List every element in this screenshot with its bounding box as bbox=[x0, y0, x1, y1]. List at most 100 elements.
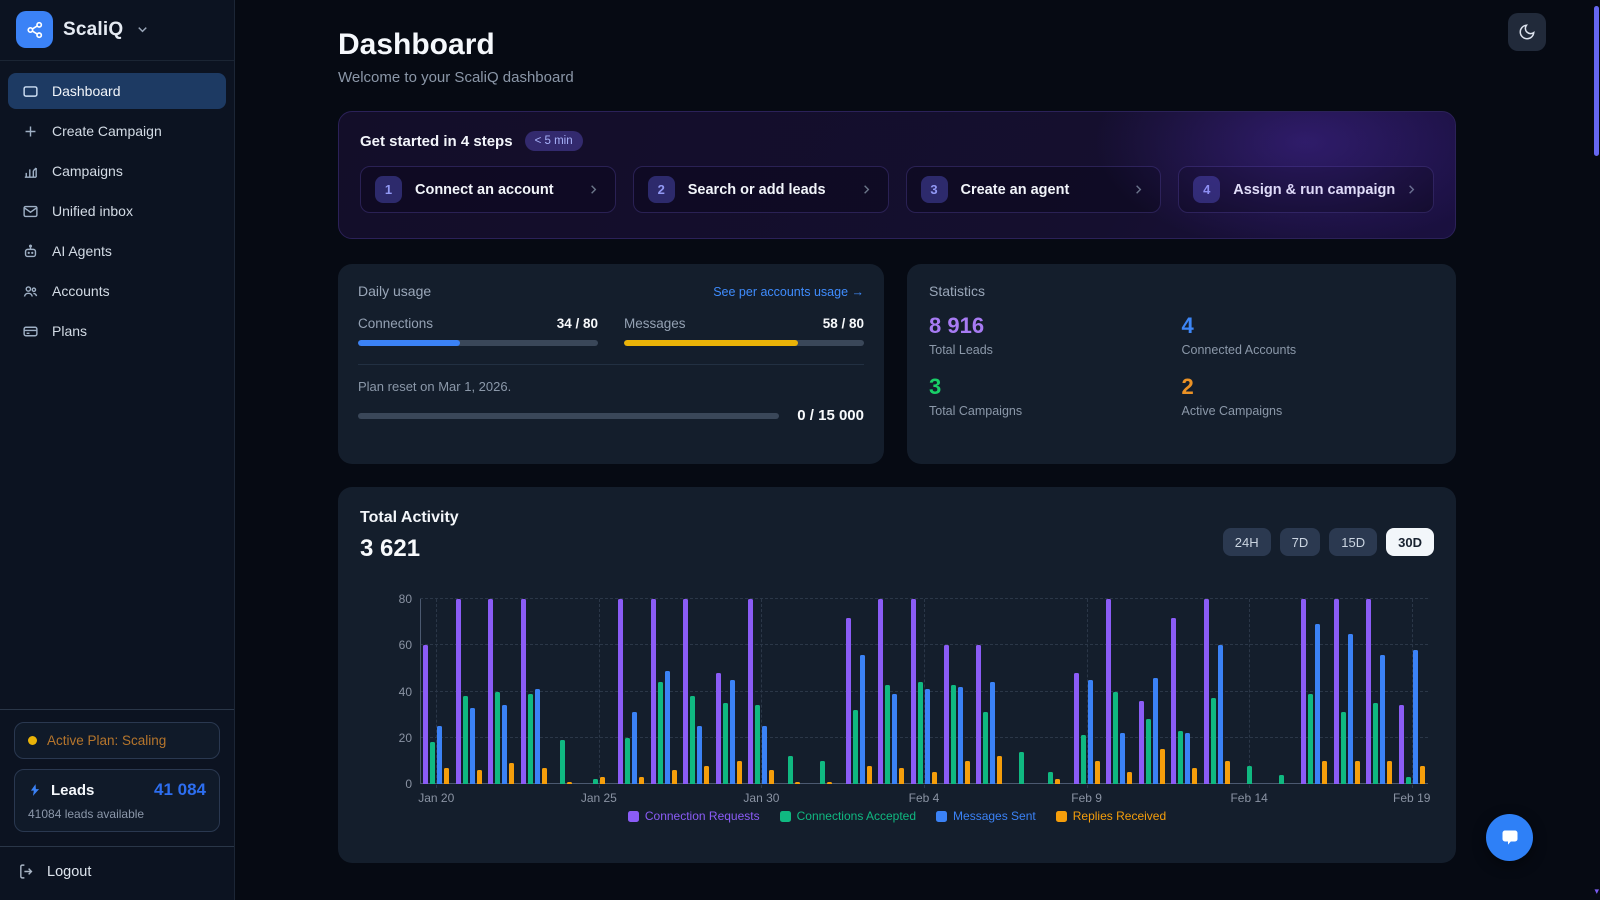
y-axis-tick-label: 20 bbox=[399, 731, 412, 745]
page-scrollbar[interactable]: ▾ bbox=[1592, 0, 1600, 900]
chart-bar bbox=[542, 768, 547, 784]
chart-bar bbox=[878, 599, 883, 784]
legend-label: Replies Received bbox=[1073, 809, 1166, 823]
legend-item[interactable]: Messages Sent bbox=[936, 809, 1036, 823]
legend-label: Connection Requests bbox=[645, 809, 760, 823]
chart-bar bbox=[639, 777, 644, 784]
active-plan-badge[interactable]: Active Plan: Scaling bbox=[14, 722, 220, 759]
connections-progress-track bbox=[358, 340, 598, 346]
bar-group bbox=[843, 599, 876, 784]
legend-item[interactable]: Connections Accepted bbox=[780, 809, 916, 823]
chart-bar bbox=[1355, 761, 1360, 784]
chart-bar bbox=[1279, 775, 1284, 784]
chart-bar bbox=[1225, 761, 1230, 784]
chart-legend: Connection Requests Connections Accepted M… bbox=[338, 809, 1456, 823]
chart-bar bbox=[1146, 719, 1151, 784]
chart-bar bbox=[820, 761, 825, 784]
step-label: Assign & run campaign bbox=[1233, 182, 1395, 198]
bar-group bbox=[745, 599, 778, 784]
sidebar-footer: Active Plan: Scaling Leads 41 084 41084 … bbox=[0, 709, 234, 900]
chart-bar bbox=[997, 756, 1002, 784]
sidebar-item-label: Dashboard bbox=[52, 83, 121, 99]
plan-status-dot bbox=[28, 736, 37, 745]
y-axis-tick-label: 0 bbox=[405, 777, 412, 791]
bar-group bbox=[1298, 599, 1331, 784]
chart-bar bbox=[1247, 766, 1252, 785]
chart-bar bbox=[788, 756, 793, 784]
theme-toggle-button[interactable] bbox=[1508, 13, 1546, 51]
monthly-usage-value: 0 / 15 000 bbox=[797, 407, 864, 424]
scrollbar-thumb[interactable] bbox=[1594, 6, 1599, 156]
range-button-24h[interactable]: 24H bbox=[1223, 528, 1271, 556]
chart-bar bbox=[1074, 673, 1079, 784]
bar-group bbox=[1363, 599, 1396, 784]
x-axis-tick-label: Jan 30 bbox=[743, 791, 779, 805]
chat-widget-button[interactable] bbox=[1486, 814, 1533, 861]
bar-group bbox=[1330, 599, 1363, 784]
per-accounts-usage-link[interactable]: See per accounts usage → bbox=[713, 285, 864, 299]
bar-chart-icon bbox=[21, 163, 39, 180]
sidebar-item-campaigns[interactable]: Campaigns bbox=[8, 153, 226, 189]
messages-progress-fill bbox=[624, 340, 798, 346]
bar-group bbox=[420, 599, 453, 784]
sidebar-item-ai-agents[interactable]: AI Agents bbox=[8, 233, 226, 269]
daily-usage-title: Daily usage bbox=[358, 283, 431, 299]
step-create-agent[interactable]: 3 Create an agent bbox=[906, 166, 1162, 213]
sidebar-item-dashboard[interactable]: Dashboard bbox=[8, 73, 226, 109]
step-assign-run-campaign[interactable]: 4 Assign & run campaign bbox=[1178, 166, 1434, 213]
chart-bar bbox=[755, 705, 760, 784]
sidebar-item-label: Campaigns bbox=[52, 163, 123, 179]
legend-swatch bbox=[780, 811, 791, 822]
bar-group bbox=[1200, 599, 1233, 784]
step-connect-account[interactable]: 1 Connect an account bbox=[360, 166, 616, 213]
stat-label: Connected Accounts bbox=[1182, 343, 1435, 357]
chart-bar bbox=[1178, 731, 1183, 784]
chart-bar bbox=[1127, 772, 1132, 784]
app-logo[interactable]: ScaliQ bbox=[0, 0, 234, 60]
chart-bar bbox=[1211, 698, 1216, 784]
chart-bar bbox=[1095, 761, 1100, 784]
chat-bubble-icon bbox=[1498, 826, 1522, 850]
page-subtitle: Welcome to your ScaliQ dashboard bbox=[338, 69, 1456, 86]
chart-bar bbox=[1139, 701, 1144, 784]
y-axis-tick-label: 80 bbox=[399, 592, 412, 606]
time-estimate-badge: < 5 min bbox=[525, 131, 583, 151]
legend-item[interactable]: Connection Requests bbox=[628, 809, 760, 823]
range-button-30d[interactable]: 30D bbox=[1386, 528, 1434, 556]
chart-bar bbox=[983, 712, 988, 784]
sidebar-item-create-campaign[interactable]: Create Campaign bbox=[8, 113, 226, 149]
range-button-15d[interactable]: 15D bbox=[1329, 528, 1377, 556]
app-name: ScaliQ bbox=[63, 19, 123, 41]
statistics-card: Statistics 8 916 Total Leads 4 Connected… bbox=[907, 264, 1456, 464]
bar-group bbox=[1103, 599, 1136, 784]
legend-swatch bbox=[1056, 811, 1067, 822]
legend-label: Messages Sent bbox=[953, 809, 1036, 823]
chart-bar bbox=[1048, 772, 1053, 784]
chevron-down-icon[interactable] bbox=[135, 22, 150, 37]
leads-card[interactable]: Leads 41 084 41084 leads available bbox=[14, 769, 220, 832]
sidebar-item-accounts[interactable]: Accounts bbox=[8, 273, 226, 309]
scrollbar-arrow-icon[interactable]: ▾ bbox=[1594, 886, 1599, 897]
bar-group bbox=[1233, 599, 1266, 784]
logout-button[interactable]: Logout bbox=[0, 846, 234, 900]
bar-group bbox=[648, 599, 681, 784]
chart-bar bbox=[1153, 678, 1158, 784]
chart-bar bbox=[1308, 694, 1313, 784]
chart-bar bbox=[867, 766, 872, 785]
sidebar-item-unified-inbox[interactable]: Unified inbox bbox=[8, 193, 226, 229]
stat-value: 8 916 bbox=[929, 313, 1182, 339]
legend-item[interactable]: Replies Received bbox=[1056, 809, 1166, 823]
chart-bar bbox=[470, 708, 475, 784]
chart-bar bbox=[1315, 624, 1320, 784]
plan-reset-text: Plan reset on Mar 1, 2026. bbox=[358, 379, 864, 394]
chart-bar bbox=[632, 712, 637, 784]
y-axis-tick-label: 40 bbox=[399, 685, 412, 699]
chart-bar bbox=[1120, 733, 1125, 784]
legend-swatch bbox=[936, 811, 947, 822]
chart-bar bbox=[1204, 599, 1209, 784]
step-search-leads[interactable]: 2 Search or add leads bbox=[633, 166, 889, 213]
range-button-7d[interactable]: 7D bbox=[1280, 528, 1321, 556]
sidebar-item-plans[interactable]: Plans bbox=[8, 313, 226, 349]
chart-bar bbox=[690, 696, 695, 784]
users-icon bbox=[21, 283, 39, 300]
